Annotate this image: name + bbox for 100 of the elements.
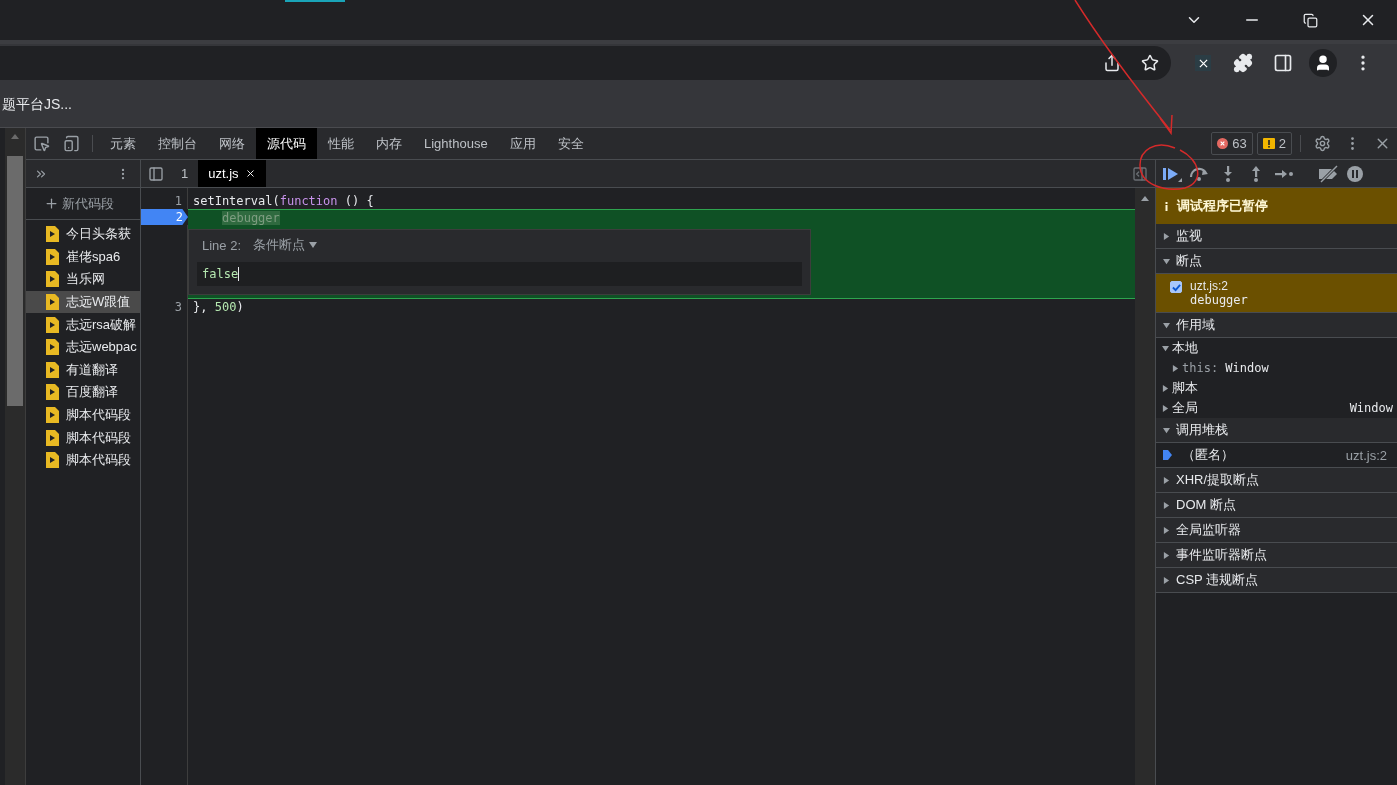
section-header[interactable]: DOM 断点 xyxy=(1156,493,1397,518)
section-title: DOM 断点 xyxy=(1176,496,1236,514)
collapsed-triangle-icon[interactable] xyxy=(1163,576,1170,584)
expanded-triangle-icon[interactable] xyxy=(1163,321,1170,329)
snippet-item[interactable]: 百度翻译 xyxy=(26,381,140,404)
snippet-file-icon xyxy=(46,294,59,311)
snippet-item[interactable]: 脚本代码段 xyxy=(26,448,140,472)
condition-input[interactable]: false xyxy=(197,262,802,286)
devtools-tab[interactable]: 性能 xyxy=(317,128,365,159)
breakpoint-location: uzt.js:2 xyxy=(1190,279,1229,293)
snippet-item[interactable]: 志远W跟值 xyxy=(26,290,140,314)
editor-tab[interactable]: 1 xyxy=(171,160,199,187)
profile-avatar[interactable] xyxy=(1309,49,1337,77)
share-icon[interactable] xyxy=(1103,54,1121,72)
devtools-tab[interactable]: 源代码 xyxy=(256,128,317,159)
bookmark-star-icon[interactable] xyxy=(1141,54,1159,72)
snippet-item[interactable]: 脚本代码段 xyxy=(26,403,140,427)
toggle-navigator-icon[interactable] xyxy=(148,165,164,182)
devtools-tab[interactable]: 应用 xyxy=(498,128,547,159)
error-count-badge[interactable]: 63 xyxy=(1211,132,1253,155)
scope-label[interactable]: 脚本 xyxy=(1172,379,1198,397)
frame-name: （匿名） xyxy=(1182,446,1234,464)
devtools-tab[interactable]: 元素 xyxy=(99,128,147,159)
snippet-file-icon xyxy=(46,361,59,378)
line-label: Line 2: xyxy=(202,237,242,253)
editor-tab[interactable]: uzt.js xyxy=(198,160,266,187)
expanded-triangle-icon[interactable] xyxy=(1163,257,1170,265)
side-panel-icon[interactable] xyxy=(1273,53,1293,73)
section-header[interactable]: 调用堆栈 xyxy=(1156,418,1397,443)
snippet-item[interactable]: 崔佬spa6 xyxy=(26,245,140,269)
collapsed-triangle-icon[interactable] xyxy=(1162,404,1169,412)
extension-icon[interactable] xyxy=(1195,55,1211,71)
inspect-element-icon[interactable] xyxy=(32,135,50,152)
deactivate-breakpoints-icon[interactable] xyxy=(1317,164,1341,183)
scroll-up-arrow-icon[interactable] xyxy=(1141,196,1149,201)
section-header[interactable]: 事件监听器断点 xyxy=(1156,543,1397,568)
expanded-triangle-icon[interactable] xyxy=(1162,344,1169,352)
scope-label[interactable]: 全局 xyxy=(1172,399,1198,417)
snippet-file-icon xyxy=(46,248,59,265)
snippet-item[interactable]: 志远rsa破解 xyxy=(26,313,140,336)
snippet-item[interactable]: 有道翻译 xyxy=(26,358,140,382)
scope-label[interactable]: 本地 xyxy=(1172,339,1198,357)
snippet-item[interactable]: 今日头条获 xyxy=(26,223,140,246)
collapsed-triangle-icon[interactable] xyxy=(1172,364,1179,372)
paused-message: 调试程序已暂停 xyxy=(1177,197,1268,215)
section-header[interactable]: 作用域 xyxy=(1156,313,1397,338)
page-scrollbar[interactable] xyxy=(5,128,25,785)
caret-icon[interactable] xyxy=(309,242,318,248)
devtools-tab[interactable]: 网络 xyxy=(208,128,256,159)
scroll-up-arrow-icon[interactable] xyxy=(11,134,19,139)
snippet-file-icon xyxy=(46,429,59,446)
close-tab-icon[interactable] xyxy=(244,168,256,179)
snippet-file-icon xyxy=(46,271,59,288)
devtools-tab[interactable]: 安全 xyxy=(546,128,595,159)
bookmark-link[interactable]: 题平台JS... xyxy=(2,95,72,114)
section-title: 调用堆栈 xyxy=(1176,421,1228,439)
new-snippet-button[interactable]: 新代码段 xyxy=(26,188,140,220)
plus-icon xyxy=(44,196,59,211)
breakpoint-type-dropdown[interactable]: 条件断点 xyxy=(253,236,318,254)
breakpoint-item[interactable]: uzt.js:2 debugger xyxy=(1156,274,1397,313)
warning-count-badge[interactable]: 2 xyxy=(1256,132,1292,155)
section-title: CSP 违规断点 xyxy=(1176,571,1259,589)
collapsed-triangle-icon[interactable] xyxy=(1162,384,1169,392)
section-title: 断点 xyxy=(1176,252,1202,270)
collapsed-triangle-icon[interactable] xyxy=(1163,501,1170,509)
info-icon xyxy=(1165,201,1168,211)
current-frame-arrow-icon xyxy=(1163,450,1172,460)
breakpoint-checkbox[interactable] xyxy=(1170,281,1182,293)
device-toolbar-icon[interactable] xyxy=(62,135,80,152)
extensions-puzzle-icon[interactable] xyxy=(1233,53,1253,73)
snippet-item[interactable]: 当乐网 xyxy=(26,268,140,291)
collapsed-triangle-icon[interactable] xyxy=(1163,551,1170,559)
devtools-tab[interactable]: 内存 xyxy=(365,128,413,159)
snippet-item[interactable]: 志远webpac xyxy=(26,335,140,359)
section-header[interactable]: 监视 xyxy=(1156,224,1397,249)
section-header[interactable]: 断点 xyxy=(1156,249,1397,274)
devtools-tab[interactable]: Lighthouse xyxy=(413,128,499,159)
restore-icon[interactable] xyxy=(1302,12,1318,28)
pause-on-exceptions-icon[interactable] xyxy=(1345,164,1365,183)
scope-value: Window xyxy=(1349,401,1393,415)
settings-icon[interactable] xyxy=(1313,135,1331,152)
editor-scrollbar[interactable] xyxy=(1135,188,1155,785)
scope-property[interactable]: this: Window xyxy=(1182,361,1269,375)
frame-location: uzt.js:2 xyxy=(1345,447,1387,463)
section-header[interactable]: XHR/提取断点 xyxy=(1156,468,1397,493)
collapsed-triangle-icon[interactable] xyxy=(1163,232,1170,240)
collapsed-triangle-icon[interactable] xyxy=(1163,526,1170,534)
toggle-debugger-icon[interactable] xyxy=(1132,165,1148,182)
snippet-item[interactable]: 脚本代码段 xyxy=(26,426,140,449)
section-title: 作用域 xyxy=(1176,316,1215,334)
code-line: setInterval(function () { xyxy=(192,193,375,209)
snippet-file-icon xyxy=(46,226,59,243)
expanded-triangle-icon[interactable] xyxy=(1163,426,1170,434)
section-title: 事件监听器断点 xyxy=(1176,546,1267,564)
section-header[interactable]: 全局监听器 xyxy=(1156,518,1397,543)
section-title: 全局监听器 xyxy=(1176,521,1241,539)
collapsed-triangle-icon[interactable] xyxy=(1163,476,1170,484)
section-header[interactable]: CSP 违规断点 xyxy=(1156,568,1397,593)
devtools-tab[interactable]: 控制台 xyxy=(147,128,208,159)
section-title: XHR/提取断点 xyxy=(1176,471,1260,489)
